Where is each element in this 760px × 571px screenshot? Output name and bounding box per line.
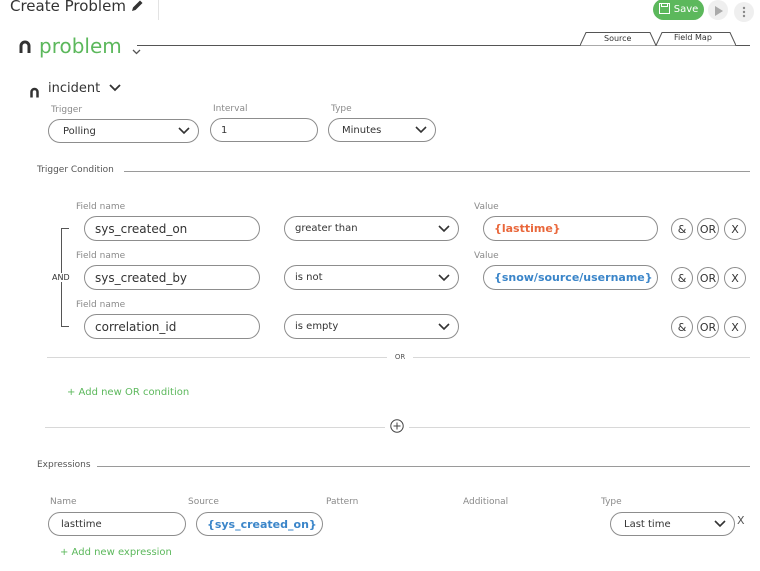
add-group-button[interactable]	[385, 419, 409, 436]
add-or-button[interactable]: OR	[697, 267, 719, 289]
remove-expression-button[interactable]: X	[737, 514, 745, 527]
condition-field-value: sys_created_on	[95, 221, 188, 236]
condition-operator-value: is empty	[295, 321, 339, 332]
save-label: Save	[673, 4, 699, 15]
add-and-button[interactable]: &	[671, 316, 693, 338]
target-name: problem	[39, 34, 122, 58]
add-or-condition-link[interactable]: + Add new OR condition	[67, 387, 189, 398]
chevron-down-icon	[415, 126, 427, 134]
expr-name-label: Name	[50, 497, 77, 507]
condition-field-value: correlation_id	[95, 319, 177, 334]
trigger-value: Polling	[63, 125, 96, 137]
tab-source[interactable]: Source	[580, 32, 656, 46]
source-icon	[29, 83, 40, 102]
pencil-icon[interactable]	[131, 0, 144, 16]
field-name-label: Field name	[76, 202, 126, 212]
tab-source-label: Source	[604, 34, 632, 43]
condition-value-input[interactable]: {lasttime}	[483, 216, 658, 241]
add-or-button[interactable]: OR	[697, 316, 719, 338]
type-label: Type	[331, 104, 352, 114]
condition-field-value: sys_created_by	[95, 270, 188, 285]
interval-label: Interval	[213, 104, 248, 114]
page-title: Create Problem	[10, 0, 144, 16]
chevron-down-icon	[714, 520, 726, 528]
play-icon	[714, 1, 723, 20]
condition-value-text: {lasttime}	[494, 222, 561, 235]
trigger-label: Trigger	[51, 105, 83, 115]
chevron-down-icon	[132, 36, 141, 60]
condition-value-input[interactable]: {snow/source/username}	[483, 265, 658, 290]
add-and-button[interactable]: &	[671, 267, 693, 289]
remove-condition-button[interactable]: X	[724, 267, 746, 289]
tab-field-map-label: Field Map	[674, 33, 712, 42]
expr-source-input[interactable]: {sys_created_on}	[196, 512, 323, 536]
more-menu-button[interactable]	[734, 2, 754, 22]
expr-type-value: Last time	[624, 518, 671, 530]
expr-type-select[interactable]: Last time	[610, 512, 735, 536]
page-title-text: Create Problem	[10, 0, 126, 15]
condition-operator-select[interactable]: is empty	[284, 314, 459, 339]
condition-value-text: {snow/source/username}	[494, 271, 653, 284]
chevron-down-icon	[438, 322, 450, 330]
chevron-down-icon	[109, 81, 121, 96]
header-divider	[158, 0, 159, 20]
plus-circle-icon	[390, 418, 404, 437]
and-label: AND	[51, 273, 71, 282]
or-separator-label: OR	[387, 353, 413, 361]
field-name-label: Field name	[76, 251, 126, 261]
add-expression-link[interactable]: + Add new expression	[60, 547, 172, 558]
more-vertical-icon	[742, 3, 746, 22]
condition-operator-value: greater than	[295, 223, 358, 234]
trigger-select[interactable]: Polling	[48, 119, 199, 143]
target-selector[interactable]: problem	[39, 34, 141, 60]
source-selector[interactable]: incident	[48, 81, 121, 96]
trigger-condition-heading: Trigger Condition	[37, 165, 114, 175]
expressions-heading: Expressions	[37, 460, 91, 470]
save-button[interactable]: Save	[653, 0, 704, 20]
condition-field-input[interactable]: sys_created_by	[84, 265, 260, 290]
condition-field-input[interactable]: correlation_id	[84, 314, 260, 339]
chevron-down-icon	[438, 224, 450, 232]
condition-operator-value: is not	[295, 272, 323, 283]
expr-source-value: {sys_created_on}	[207, 517, 317, 531]
condition-operator-select[interactable]: greater than	[284, 216, 459, 241]
chevron-down-icon	[178, 127, 190, 135]
expressions-divider	[97, 466, 750, 467]
run-button[interactable]	[708, 0, 728, 20]
add-or-button[interactable]: OR	[697, 218, 719, 240]
add-and-button[interactable]: &	[671, 218, 693, 240]
condition-operator-select[interactable]: is not	[284, 265, 459, 290]
source-name: incident	[48, 81, 101, 96]
expr-pattern-label: Pattern	[326, 497, 359, 507]
condition-field-input[interactable]: sys_created_on	[84, 216, 260, 241]
expr-additional-label: Additional	[463, 497, 509, 507]
tab-field-map[interactable]: Field Map	[656, 32, 736, 46]
interval-input[interactable]: 1	[210, 118, 318, 142]
value-label: Value	[474, 202, 499, 212]
target-icon	[18, 39, 32, 58]
remove-condition-button[interactable]: X	[724, 218, 746, 240]
field-name-label: Field name	[76, 300, 126, 310]
expr-name-input[interactable]: lasttime	[48, 512, 186, 536]
expr-type-label: Type	[601, 497, 622, 507]
value-label: Value	[474, 251, 499, 261]
type-value: Minutes	[342, 124, 382, 136]
type-select[interactable]: Minutes	[328, 118, 436, 142]
remove-condition-button[interactable]: X	[724, 316, 746, 338]
chevron-down-icon	[438, 273, 450, 281]
interval-value: 1	[221, 124, 228, 136]
trigger-condition-divider	[124, 171, 750, 172]
save-icon	[658, 2, 670, 17]
expr-name-value: lasttime	[61, 518, 102, 530]
expr-source-label: Source	[188, 497, 219, 507]
